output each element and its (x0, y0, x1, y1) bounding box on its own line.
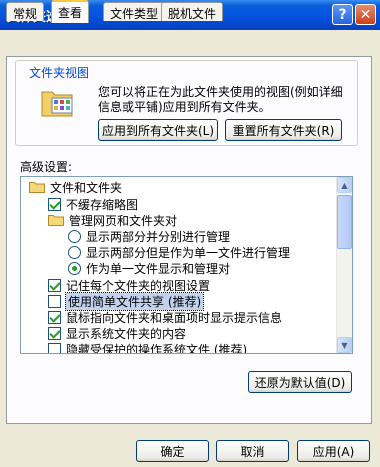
close-button[interactable]: ✕ (355, 4, 376, 25)
apply-button[interactable]: 应用(A) (297, 440, 370, 462)
tree-item-show-both-separately[interactable]: 显示两部分并分别进行管理 (68, 228, 230, 244)
folder-icon (29, 181, 45, 193)
tree-item-label: 显示系统文件夹的内容 (66, 326, 187, 341)
advanced-settings-tree[interactable]: 文件和文件夹 不缓存缩略图 管理网页和文件夹对 显示两部分并分别进行管理 显示两… (20, 176, 353, 354)
tree-item-single-file[interactable]: 作为单一文件显示和管理对 (68, 260, 230, 276)
help-button[interactable]: ? (332, 4, 353, 25)
checkbox-checked[interactable] (48, 278, 61, 292)
tree-item-label-selected: 使用简单文件共享 (推荐) (64, 291, 205, 311)
apply-to-all-folders-button[interactable]: 应用到所有文件夹(L) (98, 119, 218, 141)
tab-general[interactable]: 常规 (6, 2, 45, 21)
tree-item-hide-protected-files[interactable]: 隐藏受保护的操作系统文件 (推荐) (48, 341, 248, 354)
checkbox-unchecked[interactable] (48, 342, 61, 353)
tree-item-label: 显示两部分但是作为单一文件进行管理 (86, 245, 291, 260)
scroll-thumb[interactable] (337, 195, 352, 249)
tree-folder-web-pages: 管理网页和文件夹对 (48, 212, 177, 228)
folder-icon (48, 214, 64, 226)
tree-item-show-both-single[interactable]: 显示两部分但是作为单一文件进行管理 (68, 244, 290, 260)
checkbox-checked[interactable] (48, 310, 61, 324)
arrow-down-icon: ▼ (341, 340, 348, 350)
close-icon: ✕ (359, 6, 372, 23)
tab-view[interactable]: 查看 (51, 0, 90, 23)
tree-item-label: 记住每个文件夹的视图设置 (66, 278, 211, 293)
tree-item-no-thumbnail-cache[interactable]: 不缓存缩略图 (48, 196, 138, 212)
tree-item-label: 鼠标指向文件夹和桌面项时显示提示信息 (66, 310, 283, 325)
tree-item-simple-file-sharing[interactable]: 使用简单文件共享 (推荐) (48, 291, 205, 311)
tree-item-remember-view[interactable]: 记住每个文件夹的视图设置 (48, 277, 210, 293)
tree-item-label: 管理网页和文件夹对 (69, 213, 178, 228)
folder-view-group-label: 文件夹视图 (27, 64, 92, 81)
scroll-up-button[interactable]: ▲ (337, 177, 352, 193)
tree-folder-files-and-folders: 文件和文件夹 (29, 179, 122, 195)
reset-all-folders-button[interactable]: 重置所有文件夹(R) (225, 119, 342, 141)
radio-unchecked[interactable] (68, 229, 81, 243)
checkbox-checked[interactable] (48, 326, 61, 340)
restore-defaults-button[interactable]: 还原为默认值(D) (248, 371, 352, 393)
tree-item-label: 显示两部分并分别进行管理 (86, 229, 231, 244)
tree-item-show-system-folders[interactable]: 显示系统文件夹的内容 (48, 325, 186, 341)
tree-item-label: 作为单一文件显示和管理对 (86, 261, 231, 276)
folder-view-icon (41, 91, 73, 117)
scroll-down-button[interactable]: ▼ (337, 337, 352, 353)
checkbox-unchecked[interactable] (48, 294, 61, 308)
help-icon: ? (338, 6, 347, 23)
tree-item-show-tooltips[interactable]: 鼠标指向文件夹和桌面项时显示提示信息 (48, 309, 282, 325)
tab-offline-files[interactable]: 脱机文件 (161, 2, 224, 21)
radio-unchecked[interactable] (68, 245, 81, 259)
tab-file-types[interactable]: 文件类型 (103, 2, 166, 21)
cancel-button[interactable]: 取消 (216, 440, 289, 462)
folder-view-description: 您可以将正在为此文件夹使用的视图(例如详细信息或平铺)应用到所有文件夹。 (98, 85, 343, 114)
vertical-scrollbar[interactable]: ▲ ▼ (336, 177, 352, 353)
tree-item-label: 不缓存缩略图 (66, 197, 139, 212)
advanced-settings-label: 高级设置: (20, 160, 73, 174)
tree-item-label: 隐藏受保护的操作系统文件 (推荐) (66, 342, 248, 354)
checkbox-checked[interactable] (48, 197, 61, 211)
tree-item-label: 文件和文件夹 (50, 180, 123, 195)
ok-button[interactable]: 确定 (136, 440, 209, 462)
arrow-up-icon: ▲ (341, 180, 348, 190)
radio-checked[interactable] (68, 261, 81, 275)
